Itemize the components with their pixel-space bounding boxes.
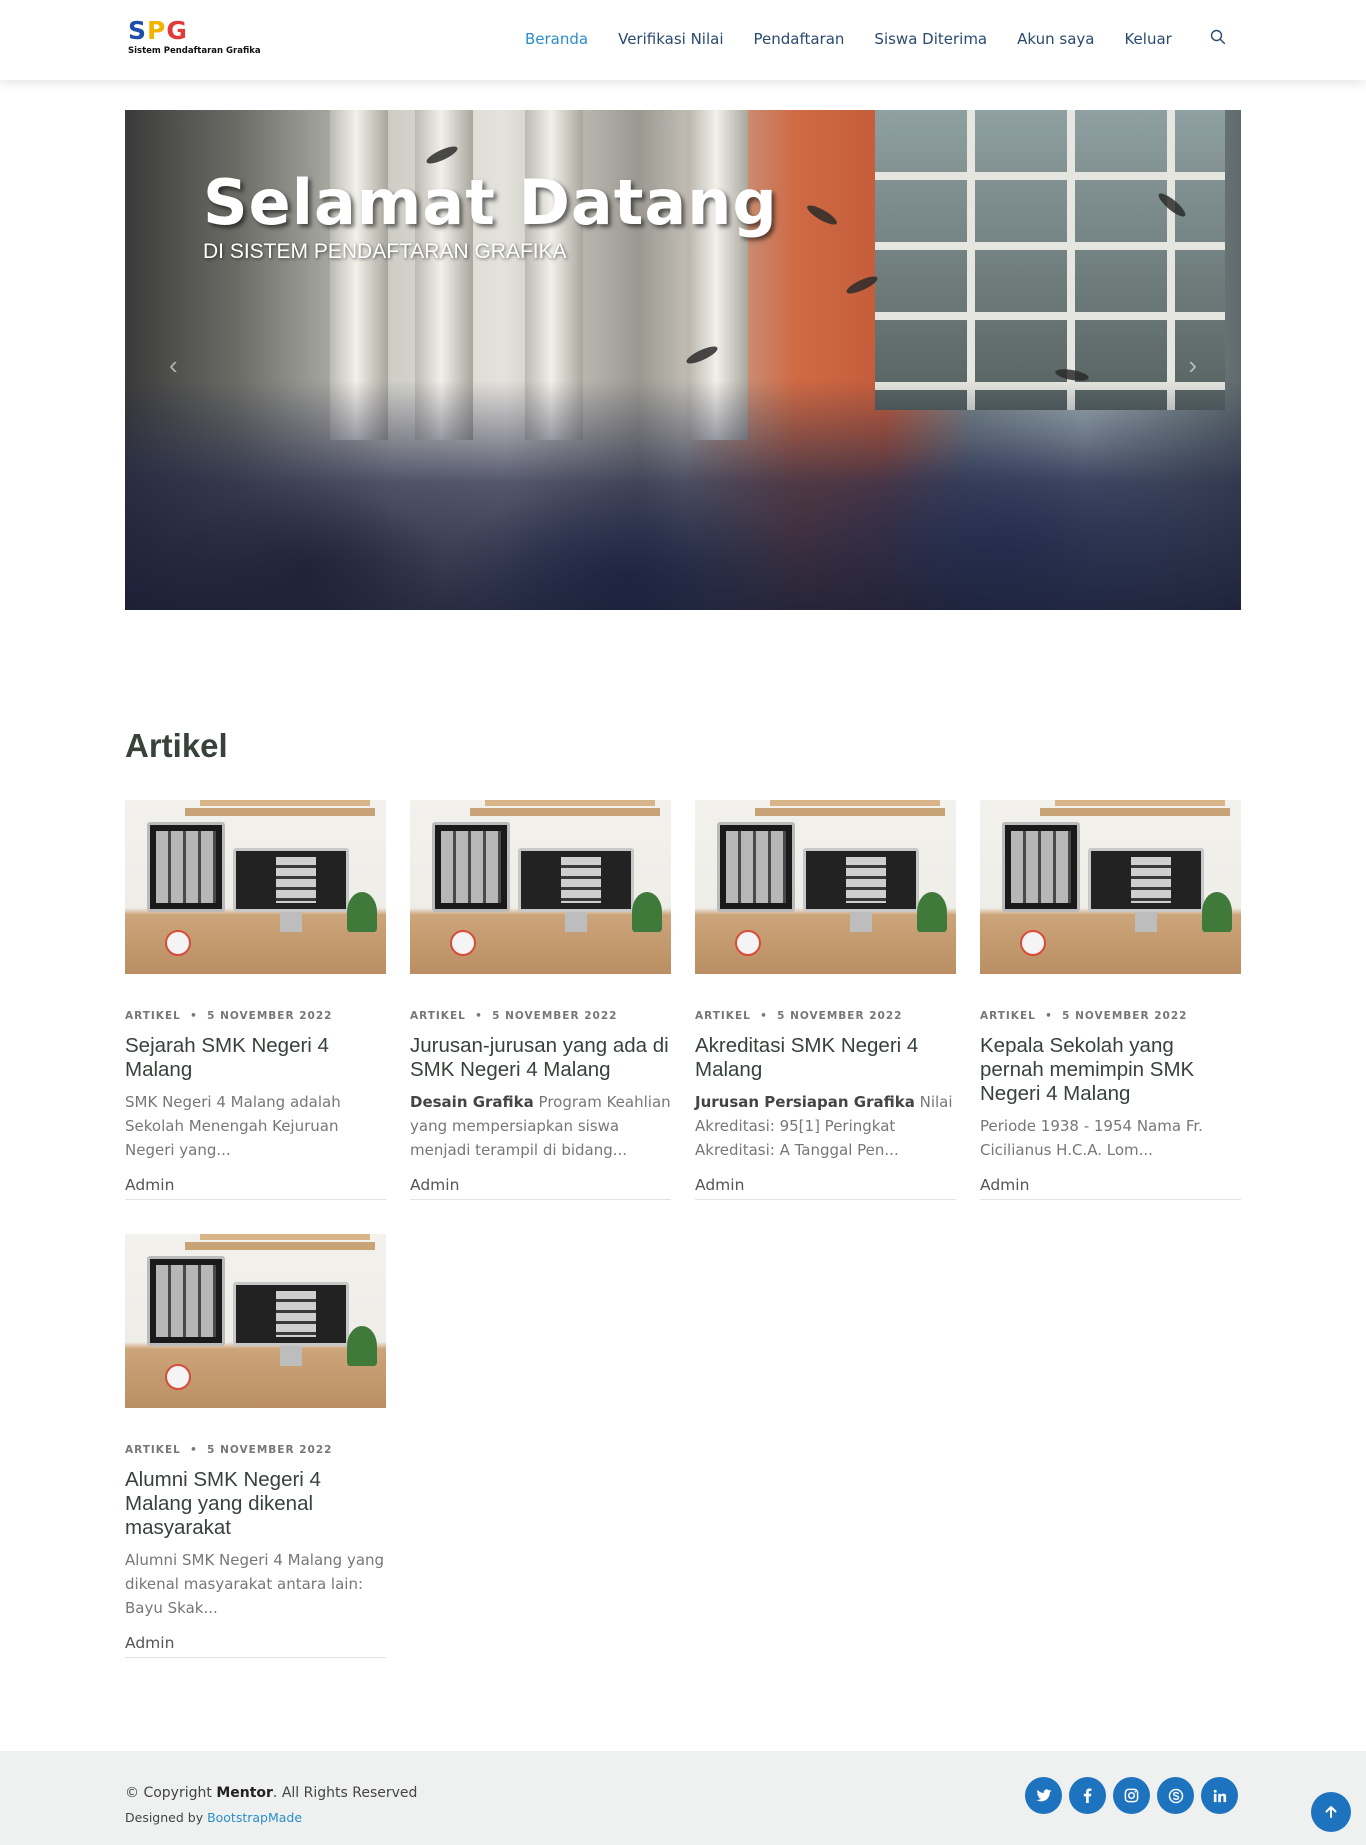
article-meta: ARTIKEL • 5 NOVEMBER 2022 bbox=[410, 1010, 618, 1022]
article-thumbnail[interactable] bbox=[125, 1234, 386, 1408]
nav-item-akun-saya[interactable]: Akun saya bbox=[1017, 30, 1094, 48]
footer-credits: Designed by BootstrapMade bbox=[125, 1810, 303, 1825]
instagram-icon[interactable] bbox=[1113, 1777, 1150, 1814]
skype-icon[interactable] bbox=[1157, 1777, 1194, 1814]
article-title[interactable]: Alumni SMK Negeri 4 Malang yang dikenal … bbox=[125, 1468, 386, 1540]
hero-photo-column bbox=[525, 110, 583, 440]
chevron-right-icon[interactable]: › bbox=[1188, 350, 1197, 381]
article-meta: ARTIKEL • 5 NOVEMBER 2022 bbox=[980, 1010, 1188, 1022]
linkedin-icon[interactable] bbox=[1201, 1777, 1238, 1814]
back-to-top-button[interactable] bbox=[1311, 1792, 1351, 1832]
chevron-left-icon[interactable]: ‹ bbox=[169, 350, 178, 381]
article-title[interactable]: Sejarah SMK Negeri 4 Malang bbox=[125, 1034, 386, 1082]
facebook-icon[interactable] bbox=[1069, 1777, 1106, 1814]
article-meta: ARTIKEL • 5 NOVEMBER 2022 bbox=[125, 1444, 333, 1456]
article-thumbnail[interactable] bbox=[980, 800, 1241, 974]
article-title[interactable]: Jurusan-jurusan yang ada di SMK Negeri 4… bbox=[410, 1034, 671, 1082]
section-title-artikel: Artikel bbox=[125, 727, 228, 764]
article-author: Admin bbox=[125, 1176, 386, 1200]
bootstrapmade-link[interactable]: BootstrapMade bbox=[207, 1810, 302, 1825]
logo-mark: SPG bbox=[128, 16, 188, 45]
article-thumbnail[interactable] bbox=[410, 800, 671, 974]
article-meta: ARTIKEL • 5 NOVEMBER 2022 bbox=[695, 1010, 903, 1022]
nav-item-keluar[interactable]: Keluar bbox=[1124, 30, 1171, 48]
article-title[interactable]: Akreditasi SMK Negeri 4 Malang bbox=[695, 1034, 956, 1082]
article-card[interactable]: ARTIKEL • 5 NOVEMBER 2022 Alumni SMK Neg… bbox=[125, 1234, 386, 1658]
article-thumbnail[interactable] bbox=[125, 800, 386, 974]
site-footer: © Copyright Mentor. All Rights Reserved … bbox=[0, 1751, 1366, 1845]
main-nav: Beranda Verifikasi Nilai Pendaftaran Sis… bbox=[525, 29, 1230, 49]
hero-title: Selamat Datang bbox=[203, 166, 778, 239]
article-card[interactable]: ARTIKEL • 5 NOVEMBER 2022 Akreditasi SMK… bbox=[695, 800, 956, 1200]
article-author: Admin bbox=[695, 1176, 956, 1200]
article-excerpt: Alumni SMK Negeri 4 Malang yang dikenal … bbox=[125, 1551, 385, 1617]
logo-tagline: Sistem Pendaftaran Grafika bbox=[128, 46, 261, 56]
hero-photo-column bbox=[330, 110, 388, 440]
nav-item-pendaftaran[interactable]: Pendaftaran bbox=[754, 30, 845, 48]
article-excerpt: Jurusan Persiapan Grafika Nilai Akredita… bbox=[695, 1093, 953, 1159]
hero-carousel[interactable]: Selamat Datang DI SISTEM PENDAFTARAN GRA… bbox=[125, 110, 1241, 610]
article-excerpt: SMK Negeri 4 Malang adalah Sekolah Menen… bbox=[125, 1093, 341, 1159]
article-meta: ARTIKEL • 5 NOVEMBER 2022 bbox=[125, 1010, 333, 1022]
article-card[interactable]: ARTIKEL • 5 NOVEMBER 2022 Kepala Sekolah… bbox=[980, 800, 1241, 1200]
site-header: SPG Sistem Pendaftaran Grafika Beranda V… bbox=[0, 0, 1366, 80]
article-author: Admin bbox=[980, 1176, 1241, 1200]
search-icon[interactable] bbox=[1210, 29, 1230, 49]
article-excerpt: Desain Grafika Program Keahlian yang mem… bbox=[410, 1093, 671, 1159]
hero-photo-bird bbox=[804, 202, 840, 228]
twitter-icon[interactable] bbox=[1025, 1777, 1062, 1814]
hero-subtitle: DI SISTEM PENDAFTARAN GRAFIKA bbox=[203, 240, 567, 263]
arrow-up-icon bbox=[1325, 1806, 1337, 1818]
article-author: Admin bbox=[410, 1176, 671, 1200]
article-author: Admin bbox=[125, 1634, 386, 1658]
social-links bbox=[1025, 1777, 1245, 1814]
nav-item-verifikasi-nilai[interactable]: Verifikasi Nilai bbox=[618, 30, 723, 48]
site-logo[interactable]: SPG Sistem Pendaftaran Grafika bbox=[128, 16, 261, 63]
hero-photo-column bbox=[690, 110, 748, 440]
article-excerpt: Periode 1938 - 1954 Nama Fr. Cicilianus … bbox=[980, 1117, 1203, 1159]
hero-photo-windows bbox=[875, 110, 1225, 410]
footer-copyright: © Copyright Mentor. All Rights Reserved bbox=[125, 1785, 418, 1801]
article-card[interactable]: ARTIKEL • 5 NOVEMBER 2022 Sejarah SMK Ne… bbox=[125, 800, 386, 1200]
article-title[interactable]: Kepala Sekolah yang pernah memimpin SMK … bbox=[980, 1034, 1241, 1106]
nav-item-siswa-diterima[interactable]: Siswa Diterima bbox=[874, 30, 987, 48]
article-thumbnail[interactable] bbox=[695, 800, 956, 974]
nav-item-beranda[interactable]: Beranda bbox=[525, 30, 588, 48]
article-card[interactable]: ARTIKEL • 5 NOVEMBER 2022 Jurusan-jurusa… bbox=[410, 800, 671, 1200]
